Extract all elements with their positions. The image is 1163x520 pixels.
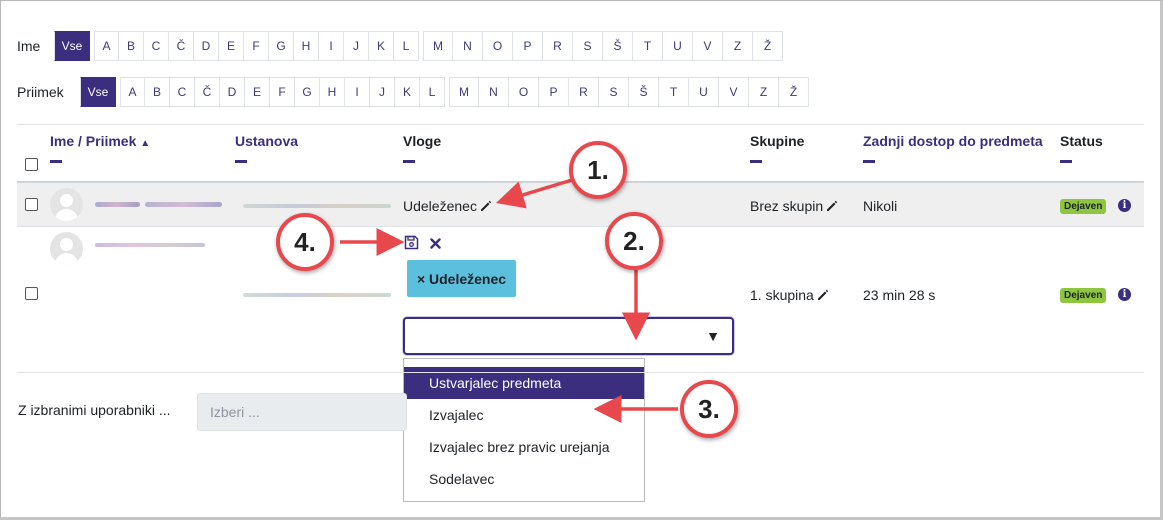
callout-2: 2. [605, 212, 663, 270]
arrow-1 [495, 178, 573, 209]
callout-4: 4. [276, 213, 334, 271]
annotation-arrows [340, 178, 678, 423]
callout-3: 3. [680, 380, 738, 438]
callout-1: 1. [569, 141, 627, 199]
